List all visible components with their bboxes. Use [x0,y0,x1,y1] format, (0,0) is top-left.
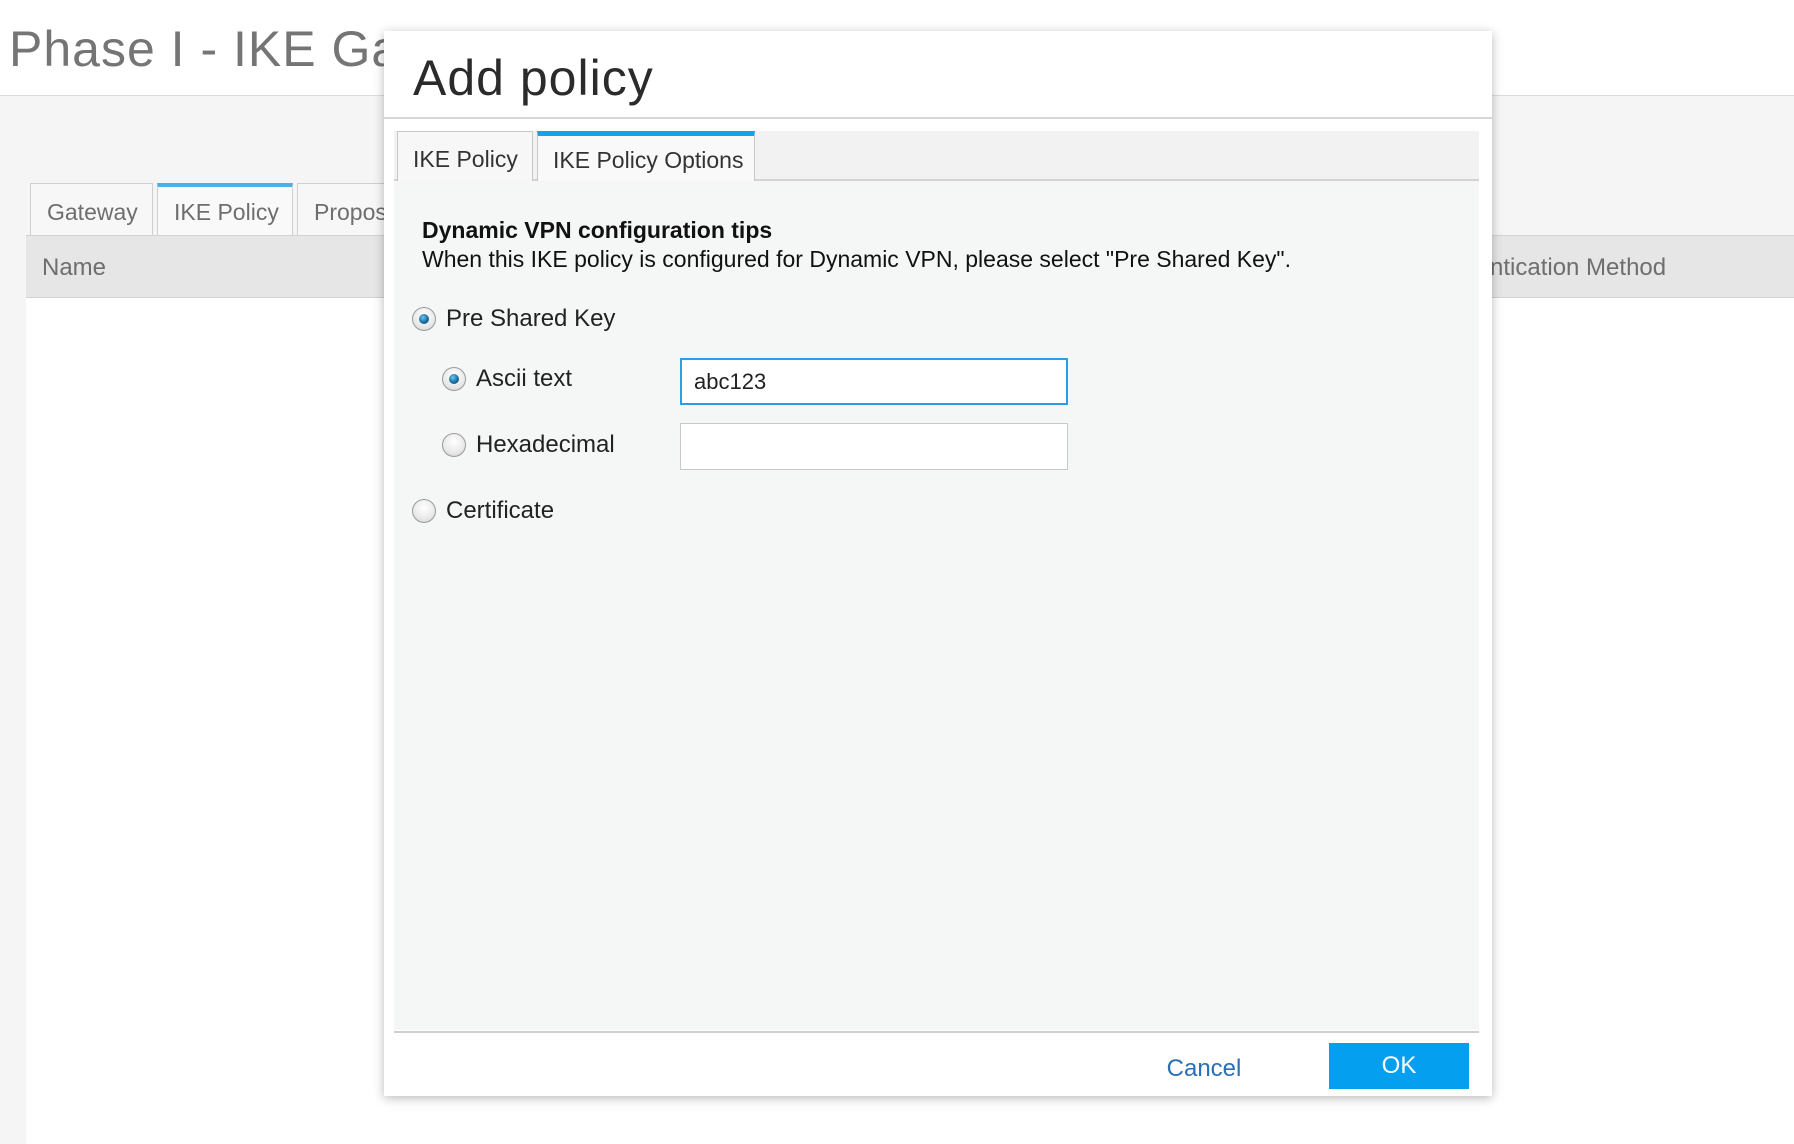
hexadecimal-radio[interactable] [442,433,466,457]
add-policy-dialog: Add policy IKE Policy IKE Policy Options… [384,31,1492,1096]
title-divider [384,117,1492,119]
tab-ike-policy-options[interactable]: IKE Policy Options [537,131,755,181]
pre-shared-key-option[interactable]: Pre Shared Key [412,305,672,335]
pre-shared-key-radio[interactable] [412,307,436,331]
dialog-body: IKE Policy IKE Policy Options Dynamic VP… [394,131,1479,1030]
ascii-text-input[interactable] [680,358,1068,405]
dialog-title: Add policy [413,50,654,106]
hexadecimal-label: Hexadecimal [476,431,615,458]
pre-shared-key-label: Pre Shared Key [446,305,616,332]
hexadecimal-option[interactable]: Hexadecimal [442,431,662,461]
cancel-button[interactable]: Cancel [1154,1047,1254,1091]
hexadecimal-input[interactable] [680,423,1068,470]
dialog-tabstrip: IKE Policy IKE Policy Options [394,131,1479,181]
column-header-name[interactable]: Name [42,254,106,282]
column-header-authentication-method[interactable]: ntication Method [1490,254,1666,282]
ascii-text-option[interactable]: Ascii text [442,365,662,395]
ok-button[interactable]: OK [1329,1043,1469,1089]
footer-divider [394,1031,1479,1033]
tips-title: Dynamic VPN configuration tips [422,217,773,243]
certificate-radio[interactable] [412,499,436,523]
tips-text: When this IKE policy is configured for D… [422,246,1291,272]
tab-ike-policy[interactable]: IKE Policy [157,183,293,235]
page-title: Phase I - IKE Ga [9,21,401,77]
tab-ike-policy[interactable]: IKE Policy [397,131,533,181]
ascii-text-label: Ascii text [476,365,573,392]
tab-gateway[interactable]: Gateway [30,183,153,235]
certificate-option[interactable]: Certificate [412,497,632,527]
ascii-text-radio[interactable] [442,367,466,391]
certificate-label: Certificate [446,497,555,524]
